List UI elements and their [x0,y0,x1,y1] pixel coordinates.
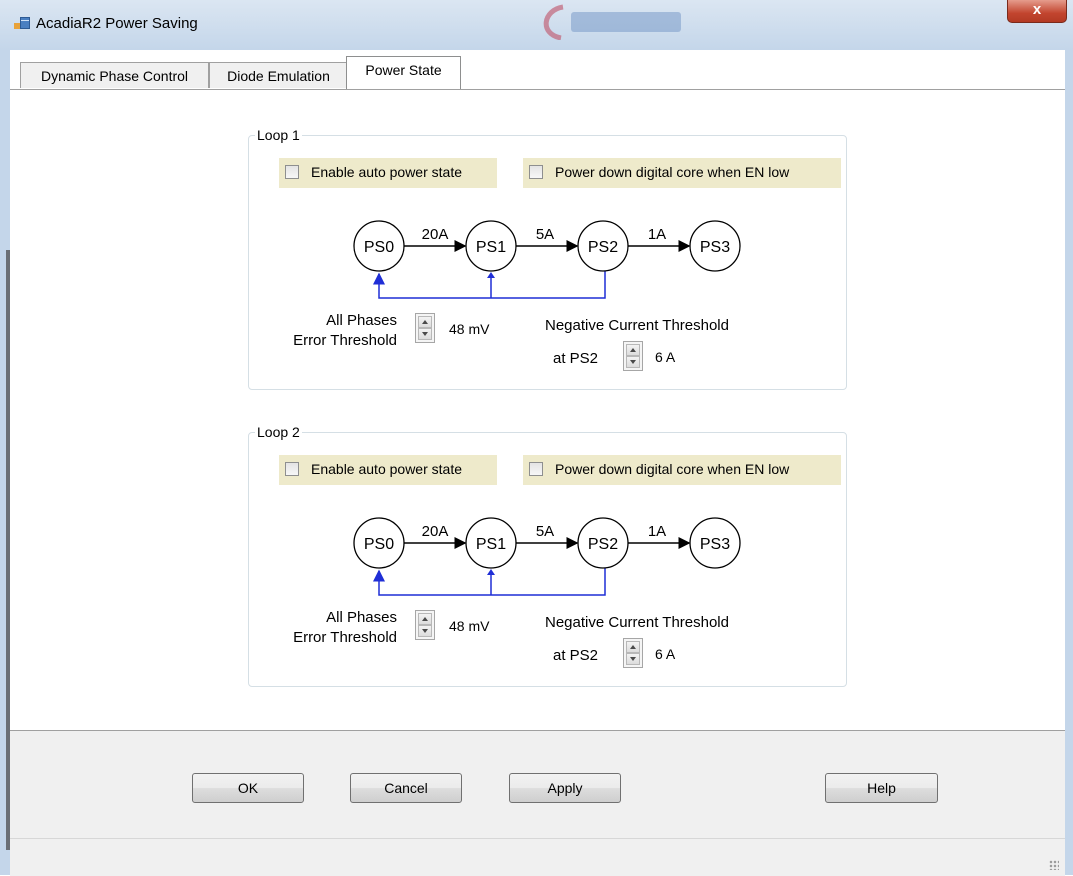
tab-content-power-state: Loop 1 Enable auto power state Power dow… [10,90,1065,730]
loop-2-error-threshold-spinner[interactable] [415,610,435,640]
loop-2-auto-power-state[interactable]: Enable auto power state [279,455,497,485]
loop-2-neg-current-threshold-up-button[interactable] [626,641,640,653]
loop-1-error-threshold-label-line1: All Phases [326,312,397,329]
loop-2-auto-power-state-checkbox[interactable] [285,462,299,476]
loop-1-auto-power-state-label: Enable auto power state [311,164,462,180]
loop-1-neg-current-threshold-down-button[interactable] [626,356,640,368]
loop-1-group: Loop 1 Enable auto power state Power dow… [248,127,847,390]
loop-1-power-down-core-label: Power down digital core when EN low [555,164,790,180]
loop-1-neg-current-threshold-sublabel: at PS2 [553,350,599,367]
loop-1-transition-20a: 20A [422,226,449,243]
loop-1-state-ps2-label: PS2 [588,239,618,256]
loop-1-state-diagram: PS0 PS1 PS2 PS3 20A 5A 1A [353,220,741,299]
loop-1-error-threshold-down-button[interactable] [418,328,432,340]
loop-2-auto-power-state-label: Enable auto power state [311,461,462,477]
loop-2-error-threshold-value: 48 mV [449,618,490,634]
loop-2-group: Loop 2 Enable auto power state Power dow… [248,424,847,687]
loop-2-feedback-head-ps1 [487,569,495,575]
loop-2-state-ps3-label: PS3 [700,536,730,553]
loop-2-power-down-core-checkbox[interactable] [529,462,543,476]
loop-2-transition-20a: 20A [422,523,449,540]
loop-1-auto-power-state-checkbox[interactable] [285,165,299,179]
tab-dynamic-phase-control[interactable]: Dynamic Phase Control [20,62,209,88]
window-title: AcadiaR2 Power Saving [36,15,198,32]
status-bar [10,838,1065,876]
loop-1-state-ps3-label: PS3 [700,239,730,256]
loop-1-power-down-core-checkbox[interactable] [529,165,543,179]
loop-1-neg-current-threshold-label: Negative Current Threshold [545,317,729,334]
loop-1-error-threshold-up-button[interactable] [418,316,432,328]
loop-2-state-ps1-label: PS1 [476,536,506,553]
tab-strip: Dynamic Phase Control Diode Emulation Po… [10,50,1065,90]
loop-2-transition-1a: 1A [648,523,666,540]
loop-2-state-ps2-label: PS2 [588,536,618,553]
loop-1-neg-current-threshold-up-button[interactable] [626,344,640,356]
resize-grip-icon[interactable] [1049,860,1059,870]
loop-2-neg-current-threshold-down-button[interactable] [626,653,640,665]
logo-watermark-icon [543,4,681,40]
loop-1-auto-power-state[interactable]: Enable auto power state [279,158,497,188]
close-button[interactable]: x [1007,0,1067,23]
loop-2-error-threshold-label-line2: Error Threshold [293,629,397,646]
dialog-button-area: OK Cancel Apply Help [10,730,1065,839]
tab-diode-emulation[interactable]: Diode Emulation [209,62,348,88]
loop-1-error-threshold-value: 48 mV [449,321,490,337]
loop-1-transition-1a: 1A [648,226,666,243]
loop-2-error-threshold-up-button[interactable] [418,613,432,625]
loop-1-neg-current-threshold-spinner[interactable] [623,341,643,371]
loop-2-neg-current-threshold-spinner[interactable] [623,638,643,668]
loop-1-label: Loop 1 [255,127,302,143]
help-button[interactable]: Help [825,773,938,803]
loop-1-error-threshold-label-line2: Error Threshold [293,332,397,349]
loop-1-state-ps1-label: PS1 [476,239,506,256]
loop-2-error-threshold-label-line1: All Phases [326,609,397,626]
window-frame-right [1065,50,1073,875]
loop-2-label: Loop 2 [255,424,302,440]
title-bar: AcadiaR2 Power Saving x [0,0,1073,50]
loop-2-power-down-core-label: Power down digital core when EN low [555,461,790,477]
loop-2-state-ps0-label: PS0 [364,536,394,553]
loop-1-feedback-head-ps1 [487,272,495,278]
loop-1-power-down-core[interactable]: Power down digital core when EN low [523,158,841,188]
loop-2-neg-current-threshold-sublabel: at PS2 [553,647,599,664]
app-icon [14,17,30,33]
loop-1-state-ps0-label: PS0 [364,239,394,256]
loop-2-power-down-core[interactable]: Power down digital core when EN low [523,455,841,485]
tab-power-state[interactable]: Power State [346,56,461,90]
loop-2-neg-current-threshold-value: 6 A [655,646,676,662]
loop-2-error-threshold-down-button[interactable] [418,625,432,637]
loop-1-transition-5a: 5A [536,226,554,243]
ok-button[interactable]: OK [192,773,304,803]
cancel-button[interactable]: Cancel [350,773,462,803]
loop-2-state-diagram: PS0 PS1 PS2 PS3 20A 5A 1A [353,517,741,596]
loop-2-neg-current-threshold-label: Negative Current Threshold [545,614,729,631]
apply-button[interactable]: Apply [509,773,621,803]
loop-1-neg-current-threshold-value: 6 A [655,349,676,365]
loop-2-transition-5a: 5A [536,523,554,540]
loop-1-error-threshold-spinner[interactable] [415,313,435,343]
